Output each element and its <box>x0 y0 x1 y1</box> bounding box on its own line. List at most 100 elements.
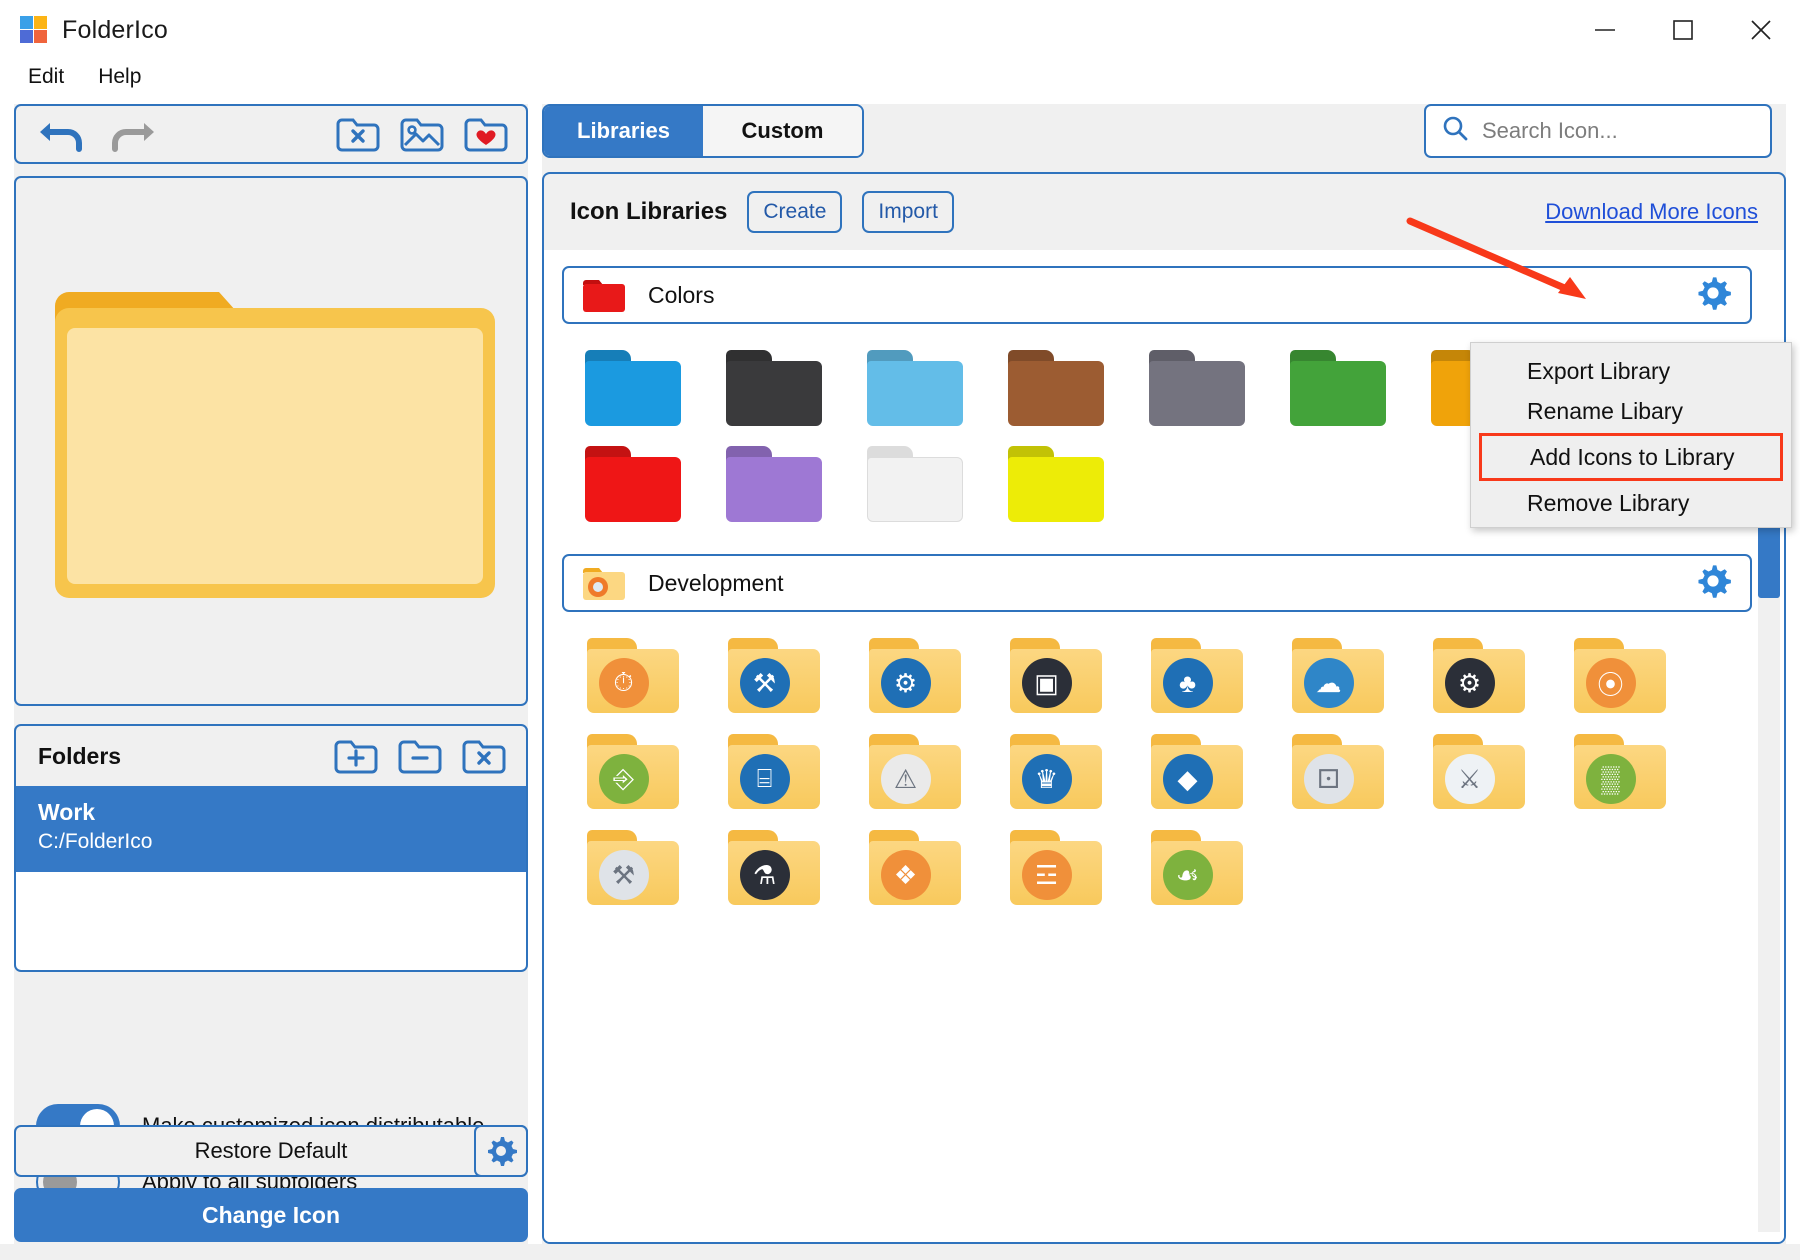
development-folder-icon: ▒ <box>1572 732 1668 812</box>
tab-custom[interactable]: Custom <box>703 106 862 156</box>
restore-default-button[interactable]: Restore Default <box>14 1125 528 1177</box>
icon-tile[interactable]: ⚒ <box>703 628 844 724</box>
folders-title: Folders <box>16 743 121 770</box>
tab-bar: Libraries Custom <box>542 104 864 158</box>
folder-swatch-icon <box>1008 350 1104 426</box>
folder-swatch-icon <box>867 446 963 522</box>
change-icon-button[interactable]: Change Icon <box>14 1188 528 1242</box>
icon-tile[interactable]: ▣ <box>985 628 1126 724</box>
icon-tile[interactable]: ⚀ <box>1267 724 1408 820</box>
icon-tile[interactable] <box>562 340 703 436</box>
folder-badge-icon: ⚠ <box>881 754 931 804</box>
icon-tile[interactable]: ⚒ <box>562 820 703 916</box>
development-icon-grid: ⏱⚒⚙▣♣☁⚙⦿⎆⌸⚠♛◆⚀⚔▒⚒⚗❖☲☙ <box>544 612 1786 916</box>
icon-tile[interactable] <box>985 436 1126 532</box>
window-title: FolderIco <box>62 16 168 45</box>
folder-swatch-icon <box>585 446 681 522</box>
menu-item[interactable]: Add Icons to Library <box>1479 433 1783 481</box>
download-more-icons-link[interactable]: Download More Icons <box>1545 199 1758 225</box>
library-gear-icon-dev[interactable] <box>1694 562 1732 605</box>
library-row-development[interactable]: Development <box>562 554 1752 612</box>
folder-badge-icon: ▣ <box>1022 658 1072 708</box>
restore-settings-gear-icon[interactable] <box>474 1125 528 1177</box>
folder-add-icon[interactable] <box>332 736 380 776</box>
icon-tile[interactable]: ⚙ <box>1408 628 1549 724</box>
minimize-icon[interactable] <box>1566 0 1644 60</box>
tab-libraries[interactable]: Libraries <box>544 106 703 156</box>
development-folder-icon: ⚙ <box>867 636 963 716</box>
folder-swatch-icon <box>867 350 963 426</box>
icon-tile[interactable]: ❖ <box>844 820 985 916</box>
icon-tile[interactable]: ☲ <box>985 820 1126 916</box>
icon-tile[interactable]: ⚔ <box>1408 724 1549 820</box>
search-input[interactable]: Search Icon... <box>1424 104 1772 158</box>
icon-tile[interactable] <box>1267 340 1408 436</box>
library-row-colors[interactable]: Colors <box>562 266 1752 324</box>
icon-tile[interactable]: ☁ <box>1267 628 1408 724</box>
undo-icon[interactable] <box>36 113 90 155</box>
menu-item[interactable]: Remove Library <box>1471 483 1791 523</box>
icon-tile[interactable] <box>703 436 844 532</box>
folder-image-icon[interactable] <box>398 114 446 154</box>
folder-preview-image <box>47 266 495 616</box>
icon-tile[interactable]: ⏱ <box>562 628 703 724</box>
development-folder-icon: ☁ <box>1290 636 1386 716</box>
folder-path: C:/FolderIco <box>38 828 526 856</box>
folder-badge-icon: ☲ <box>1022 850 1072 900</box>
library-name: Development <box>648 570 784 597</box>
title-bar-left: FolderIco <box>0 16 168 45</box>
icon-tile[interactable]: ◆ <box>1126 724 1267 820</box>
development-folder-icon: ⚒ <box>726 636 822 716</box>
scrollbar-track[interactable] <box>1758 512 1780 1232</box>
icon-tile[interactable] <box>1126 340 1267 436</box>
import-library-button[interactable]: Import <box>862 191 954 233</box>
development-folder-icon: ⦿ <box>1572 636 1668 716</box>
library-swatch-icon-dev <box>582 565 626 601</box>
list-item[interactable]: Work C:/FolderIco <box>16 786 526 872</box>
icon-tile[interactable] <box>703 340 844 436</box>
menu-item-edit[interactable]: Edit <box>14 61 78 93</box>
icon-tile[interactable]: ⚠ <box>844 724 985 820</box>
icon-tile[interactable] <box>562 436 703 532</box>
icon-tile[interactable]: ⚗ <box>703 820 844 916</box>
folder-badge-icon: ◆ <box>1163 754 1213 804</box>
maximize-icon[interactable] <box>1644 0 1722 60</box>
menu-item-help[interactable]: Help <box>84 61 155 93</box>
icon-tile[interactable]: ♛ <box>985 724 1126 820</box>
folder-minus-icon[interactable] <box>396 736 444 776</box>
folder-badge-icon: ⚙ <box>881 658 931 708</box>
icon-tile[interactable]: ⦿ <box>1549 628 1690 724</box>
left-panel: Folders <box>14 104 528 1244</box>
icon-tile[interactable] <box>844 436 985 532</box>
folder-heart-icon[interactable] <box>462 114 510 154</box>
redo-icon[interactable] <box>104 113 158 155</box>
icon-tile[interactable]: ⌸ <box>703 724 844 820</box>
folders-list[interactable]: Work C:/FolderIco <box>14 786 528 972</box>
folder-remove-icon[interactable] <box>334 114 382 154</box>
icon-tile[interactable] <box>985 340 1126 436</box>
title-bar: FolderIco <box>0 0 1800 60</box>
icon-tile[interactable]: ⎆ <box>562 724 703 820</box>
icon-tile[interactable]: ♣ <box>1126 628 1267 724</box>
icon-tile[interactable]: ⚙ <box>844 628 985 724</box>
development-folder-icon: ⎆ <box>585 732 681 812</box>
folder-close-icon[interactable] <box>460 736 508 776</box>
menu-item[interactable]: Rename Libary <box>1471 391 1791 431</box>
library-gear-icon[interactable] <box>1694 274 1732 317</box>
search-icon <box>1440 114 1470 149</box>
library-swatch-icon <box>582 277 626 313</box>
folder-badge-icon: ⚙ <box>1445 658 1495 708</box>
icon-tile[interactable] <box>844 340 985 436</box>
close-icon[interactable] <box>1722 0 1800 60</box>
folder-badge-icon: ⚔ <box>1445 754 1495 804</box>
folder-swatch-icon <box>1149 350 1245 426</box>
create-library-button[interactable]: Create <box>747 191 842 233</box>
folder-swatch-icon <box>1008 446 1104 522</box>
development-folder-icon: ☲ <box>1008 828 1104 908</box>
menu-item[interactable]: Export Library <box>1471 351 1791 391</box>
right-panel: Libraries Custom Search Icon... Icon Lib… <box>542 104 1786 1244</box>
icon-tile[interactable]: ▒ <box>1549 724 1690 820</box>
development-folder-icon: ⚔ <box>1431 732 1527 812</box>
icon-tile[interactable]: ☙ <box>1126 820 1267 916</box>
folders-header: Folders <box>14 724 528 788</box>
